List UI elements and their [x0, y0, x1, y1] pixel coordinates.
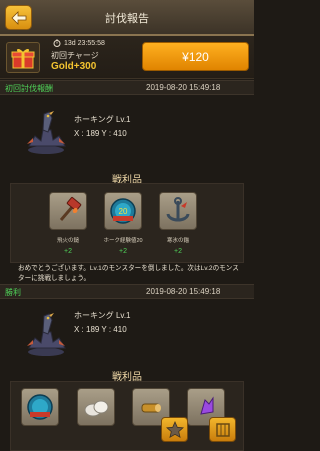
spoils-panel: 飛火の鎚 +2 20 ホーク経験値20 +2 寒氷の錨 +2 — [10, 183, 244, 263]
monster-info: ホーキング Lv.1 X : 189 Y : 410 — [0, 96, 254, 166]
promo-banner: 13d 23:55:58 初回チャージ Gold+300 ¥120 — [0, 36, 254, 79]
promo-reward: Gold+300 — [51, 61, 97, 72]
title-bar: 討伐報告 — [0, 0, 254, 36]
monster-name: ホーキング Lv.1 — [74, 115, 131, 124]
stopwatch-icon — [53, 39, 61, 47]
menu-button[interactable] — [209, 417, 236, 442]
item-name: 飛火の鎚 — [56, 238, 79, 244]
report-message: おめでとうございます。Lv.1のモンスターを倒しました。次はLv.2のモンスター… — [18, 265, 239, 282]
report-label: 勝利 — [5, 288, 21, 297]
hawk-exp-icon[interactable] — [21, 388, 59, 426]
report-timestamp: 2019-08-20 15:49:18 — [146, 287, 221, 296]
promo-timer-text: 13d 23:55:58 — [64, 39, 105, 47]
monster-coordinates: X : 189 Y : 410 — [74, 325, 127, 334]
hawk-exp-icon[interactable]: 20 — [104, 192, 142, 230]
item-quantity: +2 — [174, 248, 182, 255]
monster-coordinates: X : 189 Y : 410 — [74, 129, 127, 138]
report-timestamp: 2019-08-20 15:49:18 — [146, 83, 221, 92]
item-name: ホーク経験値20 — [103, 238, 143, 244]
purchase-button[interactable]: ¥120 — [142, 42, 249, 71]
promo-timer: 13d 23:55:58 — [53, 39, 105, 47]
stone-icon[interactable] — [77, 388, 115, 426]
grid-icon — [215, 422, 230, 437]
svg-text:20: 20 — [119, 207, 128, 216]
fire-hammer-icon[interactable] — [49, 192, 87, 230]
ice-anchor-icon[interactable] — [159, 192, 197, 230]
hawk-monster-icon — [27, 111, 66, 154]
gift-box-icon — [6, 42, 40, 73]
item-quantity: +2 — [64, 248, 72, 255]
promo-label: 初回チャージ — [51, 51, 99, 60]
star-icon — [165, 420, 184, 438]
report-label: 初回討伐報酬 — [5, 84, 53, 93]
item-quantity: +2 — [119, 248, 127, 255]
report-header: 初回討伐報酬 2019-08-20 15:49:18 — [0, 80, 254, 95]
page-title: 討伐報告 — [105, 13, 149, 25]
report-header: 勝利 2019-08-20 15:49:18 — [0, 284, 254, 299]
monster-name: ホーキング Lv.1 — [74, 311, 131, 320]
monster-info: ホーキング Lv.1 X : 189 Y : 410 — [0, 300, 254, 370]
hawk-monster-icon — [27, 313, 66, 356]
item-name: 寒氷の錨 — [166, 238, 189, 244]
favorite-button[interactable] — [161, 417, 188, 442]
